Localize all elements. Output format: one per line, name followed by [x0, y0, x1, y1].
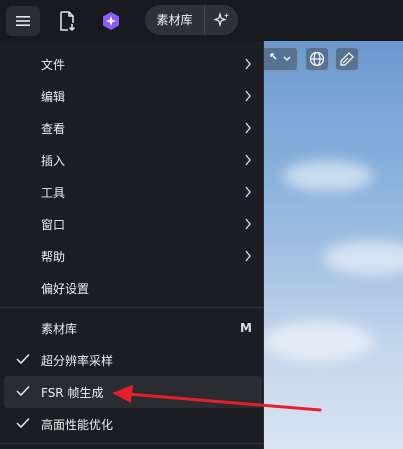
chevron-right-icon [245, 154, 251, 166]
menu-item-asset-library[interactable]: 素材库 M [4, 312, 262, 344]
sparkle-icon [213, 12, 229, 28]
menu-item-window[interactable]: 窗口 [4, 208, 262, 240]
menu-divider [0, 307, 264, 308]
sky-cloud [263, 321, 373, 361]
sky-cloud [323, 241, 403, 275]
asset-library-pill: 素材库 [145, 5, 238, 35]
menu-item-preferences[interactable]: 偏好设置 [4, 272, 262, 304]
checkmark-icon [16, 417, 30, 429]
chevron-right-icon [245, 250, 251, 262]
eyedropper-icon [340, 52, 354, 66]
menu-item-edit[interactable]: 编辑 [4, 80, 262, 112]
chevron-right-icon [245, 218, 251, 230]
eyedropper-button[interactable] [335, 47, 359, 71]
checkmark-icon [16, 353, 30, 365]
ai-sparkle-logo-icon [103, 12, 119, 30]
checkmark-icon [16, 385, 30, 397]
asset-library-button[interactable]: 素材库 [145, 5, 205, 35]
transform-icon [270, 53, 291, 61]
menu-item-label: 文件 [41, 57, 66, 72]
globe-button[interactable] [305, 47, 329, 71]
shortcut-key: M [240, 321, 252, 335]
menu-item-label: 窗口 [41, 217, 66, 232]
menu-item-label: 工具 [41, 185, 66, 200]
chevron-right-icon [245, 58, 251, 70]
menu-item-label: 偏好设置 [41, 281, 90, 296]
menu-item-view[interactable]: 查看 [4, 112, 262, 144]
menu-item-label: 编辑 [41, 89, 66, 104]
menu-item-label: 超分辨率采样 [41, 353, 114, 368]
top-toolbar: 素材库 [0, 0, 403, 41]
menu-item-super-resolution[interactable]: 超分辨率采样 [4, 344, 262, 376]
menu-item-label: 帮助 [41, 249, 66, 264]
menu-item-high-performance[interactable]: 高面性能优化 [4, 408, 262, 440]
menu-item-label: FSR 帧生成 [41, 385, 104, 400]
menu-icon [16, 16, 30, 26]
main-menu-dropdown: 文件 编辑 查看 插入 工具 窗口 帮助 偏好设置 素材库 M 超分辨率采样 F… [0, 41, 264, 449]
menu-item-file[interactable]: 文件 [4, 48, 262, 80]
menu-item-help[interactable]: 帮助 [4, 240, 262, 272]
file-import-icon [60, 11, 76, 31]
import-file-button[interactable] [50, 6, 84, 36]
ai-tool-button[interactable] [205, 12, 238, 28]
ai-assistant-button[interactable] [94, 6, 128, 36]
menu-item-tools[interactable]: 工具 [4, 176, 262, 208]
menu-item-label: 素材库 [41, 321, 78, 336]
chevron-right-icon [245, 90, 251, 102]
canvas-viewport[interactable] [263, 41, 403, 449]
chevron-right-icon [245, 122, 251, 134]
menu-divider [0, 443, 264, 444]
globe-icon [309, 51, 325, 67]
transform-dropdown-button[interactable] [260, 47, 298, 71]
menu-item-label: 高面性能优化 [41, 417, 114, 432]
menu-item-insert[interactable]: 插入 [4, 144, 262, 176]
sky-cloud [283, 161, 373, 191]
menu-item-label: 插入 [41, 153, 66, 168]
menu-item-label: 查看 [41, 121, 66, 136]
hamburger-menu-button[interactable] [6, 6, 40, 36]
chevron-right-icon [245, 186, 251, 198]
menu-item-fsr-frame-generation[interactable]: FSR 帧生成 [4, 376, 262, 408]
